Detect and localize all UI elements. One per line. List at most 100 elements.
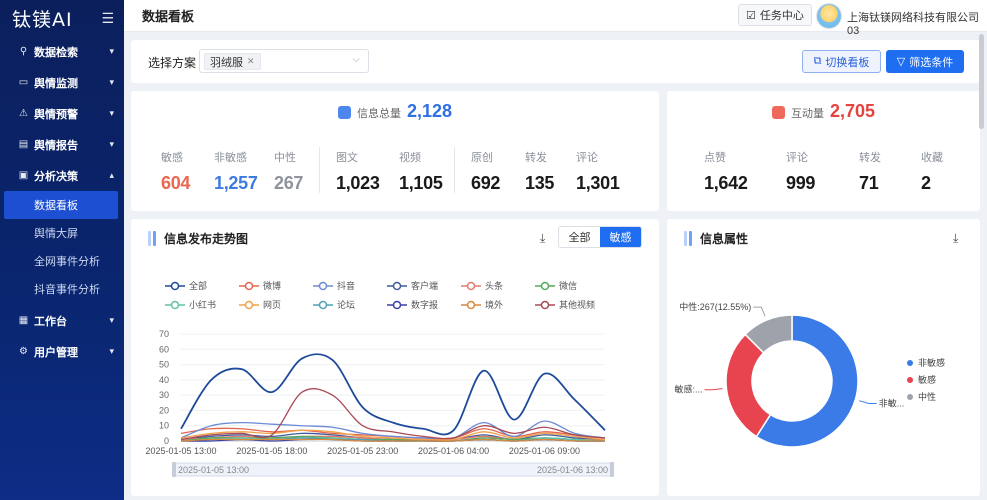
x-tick-label: 2025-01-05 18:00 [236, 446, 307, 456]
stat-comments: 评论 999 [786, 149, 815, 194]
chevron-down-icon: ▾ [109, 46, 114, 56]
sidebar-item-workbench[interactable]: ▦ 工作台 ▾ [0, 305, 124, 336]
task-center-button[interactable]: ☑ 任务中心 [738, 4, 812, 26]
sidebar-subitem-douyin-event[interactable]: 抖音事件分析 [0, 275, 124, 303]
selected-plan-tag: 羽绒服 ✕ [204, 53, 261, 70]
sidebar-item-analysis[interactable]: ▣ 分析决策 ▴ [0, 160, 124, 191]
y-tick-label: 20 [159, 405, 169, 415]
checkbox-icon: ☑ [746, 9, 756, 22]
y-tick-label: 0 [164, 436, 169, 446]
chevron-down-icon: ▾ [109, 315, 114, 325]
stat-sensitive: 敏感 604 [161, 149, 190, 194]
sidebar-item-report[interactable]: ▤ 舆情报告 ▾ [0, 129, 124, 160]
stat-label: 敏感 [161, 152, 183, 164]
search-icon: ⚲ [19, 46, 28, 57]
report-icon: ▤ [18, 139, 29, 150]
sidebar-item-data-search[interactable]: ⚲ 数据检索 ▾ [0, 36, 124, 67]
pie-legend: 非敏感敏感中性 [907, 354, 945, 405]
trend-line-chart: 0 10 20 30 40 50 60 70 2025-01-05 13:00 2025-01-0… [145, 329, 614, 477]
info-total-card: 信息总量 2,128 敏感 604 非敏感 1,257 中性 267 图文 1,… [131, 91, 659, 211]
sidebar-item-label: 用户管理 [34, 346, 78, 359]
pie-legend-label: 中性 [918, 392, 937, 402]
zoom-handle-left[interactable] [172, 462, 176, 477]
slice-leader-line [859, 400, 877, 404]
stat-neutral: 中性 267 [274, 149, 303, 194]
sidebar-subitem-big-screen[interactable]: 舆情大屏 [0, 219, 124, 247]
sidebar-item-label: 数据检索 [34, 46, 78, 59]
plan-selector-bar: 选择方案 羽绒服 ✕ ⌵ ⧉ 切换看板 ▽ 筛选条件 [131, 40, 980, 83]
pie-legend-item[interactable]: 敏感 [907, 371, 945, 388]
pie-legend-label: 非敏感 [918, 358, 946, 368]
plan-select[interactable]: 羽绒服 ✕ ⌵ [199, 49, 369, 73]
stat-value: 604 [161, 173, 191, 193]
chevron-down-icon: ⌵ [352, 54, 360, 65]
x-tick-label: 2025-01-05 13:00 [145, 446, 216, 456]
page-scrollbar[interactable] [979, 34, 984, 129]
info-total-label: 信息总量 [356, 108, 401, 120]
chart-icon: ⧉ [813, 55, 822, 67]
zoom-handle-right[interactable] [610, 462, 614, 477]
stat-label: 视频 [399, 152, 421, 164]
divider [319, 147, 320, 193]
warning-icon: ⚠ [19, 108, 28, 119]
brand-bar: 钛镁AI ☰ [0, 0, 124, 36]
sidebar-item-user-management[interactable]: ⚙ 用户管理 ▾ [0, 336, 124, 367]
chevron-down-icon: ▾ [109, 108, 114, 118]
stat-value: 1,301 [576, 173, 620, 193]
x-tick-label: 2025-01-06 04:00 [418, 446, 489, 456]
y-tick-label: 70 [159, 329, 169, 339]
legend-dot-icon [907, 359, 913, 366]
sidebar-subitem-dashboard[interactable]: 数据看板 [4, 191, 118, 219]
zoom-start-label: 2025-01-05 13:00 [178, 465, 249, 475]
close-icon[interactable]: ✕ [247, 56, 255, 67]
divider [454, 147, 455, 193]
menu-collapse-icon[interactable]: ☰ [101, 10, 114, 27]
stat-original: 原创 692 [471, 149, 500, 194]
stat-label: 评论 [576, 152, 598, 164]
filter-label: 筛选条件 [909, 56, 954, 69]
stat-video: 视频 1,105 [399, 149, 443, 194]
slice-label: 非敏... [879, 397, 905, 408]
info-total-value: 2,128 [406, 101, 453, 121]
sidebar-item-label: 舆情报告 [34, 139, 78, 152]
stat-label: 点赞 [704, 152, 726, 164]
page-title: 数据看板 [142, 9, 195, 24]
pie-legend-item[interactable]: 非敏感 [907, 354, 945, 371]
x-tick-label: 2025-01-05 23:00 [327, 446, 398, 456]
sidebar-item-label: 舆情预警 [34, 108, 78, 121]
company-name[interactable]: 上海钛镁网络科技有限公司03 [847, 9, 987, 37]
interaction-value: 2,705 [829, 101, 876, 121]
slice-leader-line [753, 306, 766, 317]
interaction-icon [771, 106, 785, 119]
stat-value: 2 [921, 173, 931, 193]
switch-dashboard-button[interactable]: ⧉ 切换看板 [802, 50, 881, 73]
y-tick-label: 40 [159, 375, 169, 385]
attribute-chart-card: 信息属性 ⤓ 非敏... 敏感:... 中性:267(12.55%) 非敏感 敏感 中性 [667, 219, 980, 496]
y-tick-label: 10 [159, 421, 169, 431]
stat-label: 转发 [859, 152, 881, 164]
y-tick-label: 50 [159, 360, 169, 370]
sidebar-item-warning[interactable]: ⚠ 舆情预警 ▾ [0, 98, 124, 129]
chevron-down-icon: ▾ [109, 346, 114, 356]
tag-label: 羽绒服 [210, 56, 243, 69]
slice-label: 中性:267(12.55%) [679, 301, 751, 312]
stat-label: 评论 [786, 152, 808, 164]
stat-label: 收藏 [921, 152, 943, 164]
stat-value: 267 [274, 173, 304, 193]
switch-dashboard-label: 切换看板 [825, 56, 870, 69]
workbench-icon: ▦ [18, 315, 29, 326]
stat-value: 999 [786, 173, 816, 193]
y-tick-label: 60 [159, 344, 169, 354]
stat-label: 非敏感 [214, 152, 247, 164]
sidebar-item-label: 工作台 [34, 315, 67, 328]
top-header: 数据看板 ☑ 任务中心 上海钛镁网络科技有限公司03 [124, 0, 987, 37]
pie-legend-item[interactable]: 中性 [907, 388, 945, 405]
chevron-down-icon: ▾ [109, 139, 114, 149]
sidebar-item-monitoring[interactable]: ▭ 舆情监测 ▾ [0, 67, 124, 98]
stat-label: 转发 [525, 152, 547, 164]
avatar[interactable] [816, 3, 842, 29]
trend-chart-card: 信息发布走势图 ⤓ 全部 敏感 全部 微博 抖音 客户端 头条 微信 小红书 网页 论坛 数字报… [131, 219, 659, 496]
sidebar-subitem-web-event[interactable]: 全网事件分析 [0, 247, 124, 275]
stat-value: 1,105 [399, 173, 443, 193]
filter-button[interactable]: ▽ 筛选条件 [886, 50, 964, 73]
